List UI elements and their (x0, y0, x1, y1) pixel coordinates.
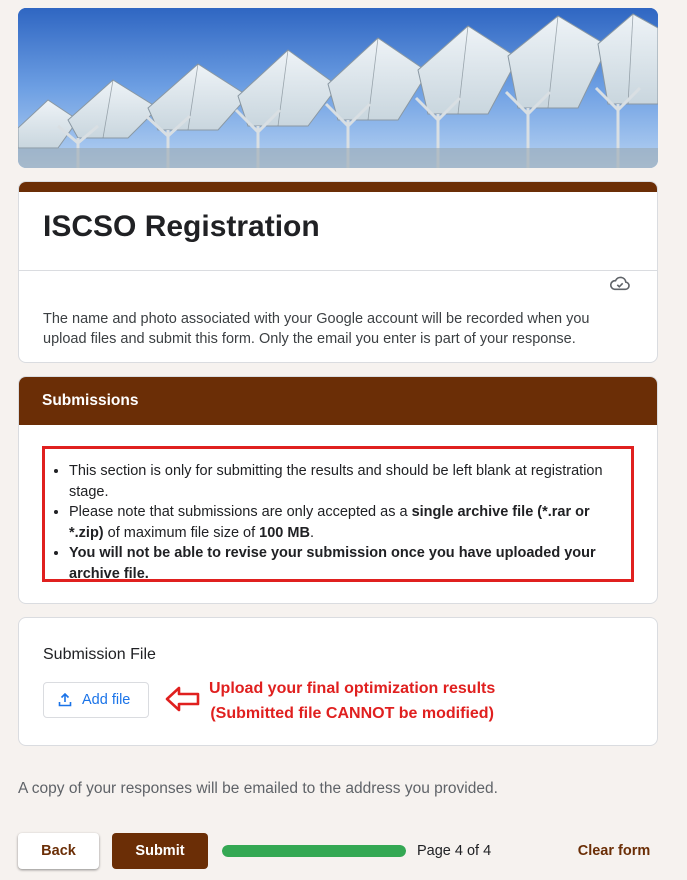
form-title-card: ISCSO Registration The name and photo as… (18, 181, 658, 363)
divider (19, 270, 657, 271)
add-file-button[interactable]: Add file (43, 682, 149, 718)
theme-color-bar (19, 182, 657, 192)
instruction-emphasis: 100 MB (259, 524, 310, 541)
submit-button[interactable]: Submit (112, 833, 208, 869)
instructions-highlight-box: This section is only for submitting the … (42, 446, 634, 582)
left-arrow-icon (165, 686, 200, 712)
page-indicator: Page 4 of 4 (417, 843, 492, 859)
account-recording-note: The name and photo associated with your … (43, 311, 590, 347)
form-title: ISCSO Registration (43, 210, 320, 243)
question-label: Submission File (43, 646, 156, 663)
instruction-item: You will not be able to revise your subm… (69, 543, 617, 584)
clear-form-button[interactable]: Clear form (566, 833, 662, 869)
instruction-text: of maximum file size of (103, 524, 260, 541)
section-header: Submissions (19, 377, 657, 425)
instruction-text: This section is only for submitting the … (69, 463, 603, 500)
cloud-check-icon (609, 276, 630, 291)
submission-file-question: Submission File Add file Upload your fin… (18, 617, 658, 746)
submissions-section-card: Submissions This section is only for sub… (18, 376, 658, 604)
email-copy-note: A copy of your responses will be emailed… (18, 780, 498, 797)
upload-annotation: Upload your final optimization results (… (209, 676, 495, 726)
annotation-line: Upload your final optimization results (209, 680, 496, 697)
instruction-item: This section is only for submitting the … (69, 461, 617, 502)
progress-fill (222, 845, 406, 857)
back-button[interactable]: Back (18, 833, 99, 869)
progress-bar (222, 845, 406, 857)
instruction-text: Please note that submissions are only ac… (69, 504, 412, 520)
add-file-label: Add file (82, 692, 131, 708)
instruction-warning: You will not be able to revise your subm… (69, 545, 596, 582)
instructions-list: This section is only for submitting the … (45, 449, 631, 584)
upload-icon (58, 693, 72, 707)
header-banner-image (18, 8, 658, 168)
annotation-line: (Submitted file CANNOT be modified) (210, 705, 494, 722)
instruction-item: Please note that submissions are only ac… (69, 502, 617, 543)
instruction-text: . (309, 524, 314, 541)
